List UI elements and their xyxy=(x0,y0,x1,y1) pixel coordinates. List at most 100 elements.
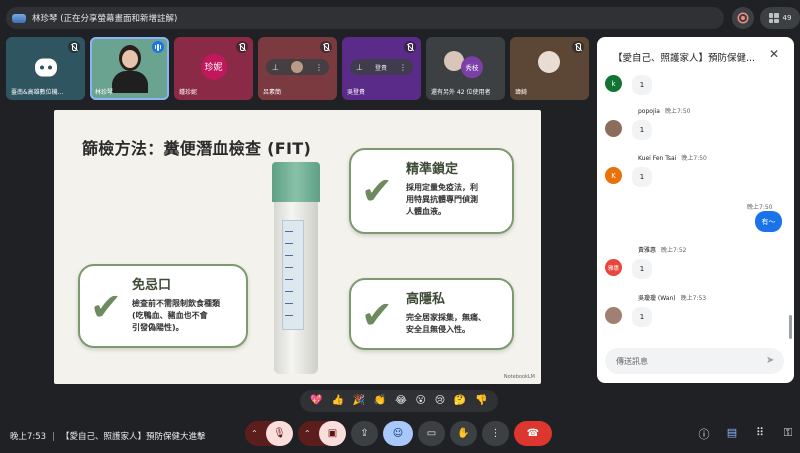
info-icon[interactable]: ⓘ xyxy=(697,426,711,442)
host-controls-icon[interactable]: ⚿ xyxy=(781,426,795,442)
reaction-thumbs-down[interactable]: 👎 xyxy=(475,396,487,406)
participant-tile[interactable]: ⊥ 登貴 ⋮ 吳登貴 xyxy=(342,37,421,100)
fit-test-tube-image xyxy=(272,162,320,376)
others-tile[interactable]: 秀枝 還有另外 42 位使用者 xyxy=(426,37,505,100)
recording-button[interactable] xyxy=(732,7,754,29)
send-icon[interactable]: ➤ xyxy=(766,355,774,366)
reaction-thinking[interactable]: 🤔 xyxy=(454,396,466,406)
message-bubble: 1 xyxy=(632,167,652,187)
avatar: 雅惠 xyxy=(605,259,622,276)
participant-name: 林珍琴 xyxy=(95,89,114,96)
chevron-up-icon[interactable]: ⌃ xyxy=(251,429,258,438)
screen-share-icon xyxy=(12,13,26,23)
captions-button[interactable]: ▭ xyxy=(418,421,445,446)
own-message-bubble: 有～ xyxy=(755,211,782,232)
message-meta: Kuei Fen Tsai 晚上7:50 xyxy=(638,155,707,162)
microphone-control: ⌃ 🎙 xyxy=(245,421,293,446)
participant-tile[interactable]: 瑋綺 xyxy=(510,37,589,100)
activities-icon[interactable]: ⠿ xyxy=(753,426,767,442)
chat-panel-title: 【愛自己、照護家人】預防保健... xyxy=(613,53,756,64)
chat-icon[interactable]: ▤ xyxy=(725,426,739,442)
reaction-sad[interactable]: 😢 xyxy=(435,396,445,406)
chat-message-input[interactable]: 傳送訊息 xyxy=(605,348,784,374)
message-bubble: 1 xyxy=(632,307,652,327)
mic-off-button[interactable]: 🎙 xyxy=(266,421,293,446)
shared-screen-slide: 篩檢方法：糞便潛血檢查 (FIT) ✔ 精準鎖定 採用定量免疫法，利 用特異抗體… xyxy=(54,110,541,384)
tile-hover-controls: ⊥ 登貴 ⋮ xyxy=(350,59,413,75)
reaction-thumbs-up[interactable]: 👍 xyxy=(332,396,344,406)
camera-control: ⌃ ▣ xyxy=(298,421,346,446)
top-right-controls: 49 xyxy=(732,7,800,29)
speaker-video xyxy=(112,43,148,93)
participant-tile[interactable]: 臺南&高雄數位機... xyxy=(6,37,85,100)
card-body: 檢查前不需限制飲食種類 (吃鴨血、豬血也不會 引發偽陽性)。 xyxy=(132,299,220,332)
chat-scrollbar[interactable] xyxy=(789,315,792,339)
mic-off-icon xyxy=(572,41,584,53)
meeting-title: 【愛自己、照護家人】預防保健大進擊 xyxy=(60,432,206,442)
chevron-up-icon[interactable]: ⌃ xyxy=(304,429,311,438)
more-options-icon[interactable]: ⋮ xyxy=(399,63,407,72)
message-bubble: 1 xyxy=(632,75,652,95)
mic-off-icon xyxy=(320,41,332,53)
side-panel-controls: ⓘ ▤ ⠿ ⚿ xyxy=(697,426,795,442)
checkmark-icon: ✔ xyxy=(361,169,393,213)
card-privacy: ✔ 高隱私 完全居家採集，無痛、 安全且無侵入性。 xyxy=(349,278,514,350)
mic-off-icon xyxy=(68,41,80,53)
speaking-indicator-icon xyxy=(152,41,164,53)
participant-name: 瑋綺 xyxy=(515,89,528,96)
participant-tile[interactable]: ⊥ ⋮ 呂素簡 xyxy=(258,37,337,100)
raise-hand-button[interactable]: ✋ xyxy=(450,421,477,446)
card-no-diet-restriction: ✔ 免忌口 檢查前不需限制飲食種類 (吃鴨血、豬血也不會 引發偽陽性)。 xyxy=(78,264,248,348)
reaction-clapping[interactable]: 👏 xyxy=(374,396,386,406)
record-icon xyxy=(739,14,747,22)
current-time: 晚上7:53 xyxy=(10,432,47,442)
message-meta: 吳瓊瓊 (Wan) 晚上7:53 xyxy=(638,295,707,302)
message-meta: 黃雅惠 晚上7:52 xyxy=(638,247,687,254)
reaction-sparkling-heart[interactable]: 💖 xyxy=(310,396,322,406)
avatar: k xyxy=(605,75,622,92)
avatar xyxy=(290,61,303,73)
checkmark-icon: ✔ xyxy=(361,293,393,337)
participants-button[interactable]: 49 xyxy=(760,7,800,29)
avatar xyxy=(538,51,560,73)
more-options-button[interactable]: ⋮ xyxy=(482,421,509,446)
reaction-party-popper[interactable]: 🎉 xyxy=(353,396,365,406)
more-options-icon[interactable]: ⋮ xyxy=(315,63,323,72)
participant-name: 鍾珍妮 xyxy=(179,89,198,96)
chat-panel: 【愛自己、照護家人】預防保健... ✕ k 1 popojia 晚上7:50 1 … xyxy=(597,37,794,383)
robot-avatar-icon xyxy=(34,58,57,77)
reaction-bar: 💖 👍 🎉 👏 😂 😮 😢 🤔 👎 xyxy=(300,390,498,412)
message-bubble: 1 xyxy=(632,120,652,140)
own-message-time: 晚上7:50 xyxy=(747,204,773,211)
reaction-joy[interactable]: 😂 xyxy=(395,396,407,406)
reaction-surprised[interactable]: 😮 xyxy=(416,396,426,406)
participant-tile[interactable]: 珍妮 鍾珍妮 xyxy=(174,37,253,100)
card-body: 採用定量免疫法，利 用特異抗體專門偵測 人體血液。 xyxy=(406,183,478,216)
participant-name: 還有另外 42 位使用者 xyxy=(431,89,491,96)
emoji-button[interactable]: ☺ xyxy=(383,421,413,446)
avatar xyxy=(605,120,622,137)
presentation-banner: 林珍琴 (正在分享螢幕畫面和新增註解) xyxy=(6,7,724,29)
participant-name: 臺南&高雄數位機... xyxy=(11,89,64,96)
card-heading: 免忌口 xyxy=(132,278,172,293)
pin-icon[interactable]: ⊥ xyxy=(356,63,363,72)
mic-off-icon xyxy=(236,41,248,53)
card-body: 完全居家採集，無痛、 安全且無侵入性。 xyxy=(406,313,486,334)
participant-name: 吳登貴 xyxy=(347,89,366,96)
camera-off-button[interactable]: ▣ xyxy=(319,421,346,446)
present-screen-button[interactable]: ⇪ xyxy=(351,421,378,446)
checkmark-icon: ✔ xyxy=(90,285,122,329)
message-meta: popojia 晚上7:50 xyxy=(638,108,691,115)
end-call-button[interactable]: ☎ xyxy=(514,421,552,446)
close-icon[interactable]: ✕ xyxy=(769,47,779,61)
avatar: 秀枝 xyxy=(461,55,483,78)
call-controls: ⌃ 🎙 ⌃ ▣ ⇪ ☺ ▭ ✋ ⋮ ☎ xyxy=(245,421,552,446)
card-heading: 高隱私 xyxy=(406,292,446,307)
participant-count: 49 xyxy=(782,14,792,22)
avatar: 登貴 xyxy=(374,64,387,72)
mic-off-icon xyxy=(404,41,416,53)
slide-title: 篩檢方法：糞便潛血檢查 (FIT) xyxy=(82,139,312,158)
participant-tile-speaker[interactable]: 林珍琴 xyxy=(90,37,169,100)
message-bubble: 1 xyxy=(632,259,652,279)
pin-icon[interactable]: ⊥ xyxy=(272,63,279,72)
